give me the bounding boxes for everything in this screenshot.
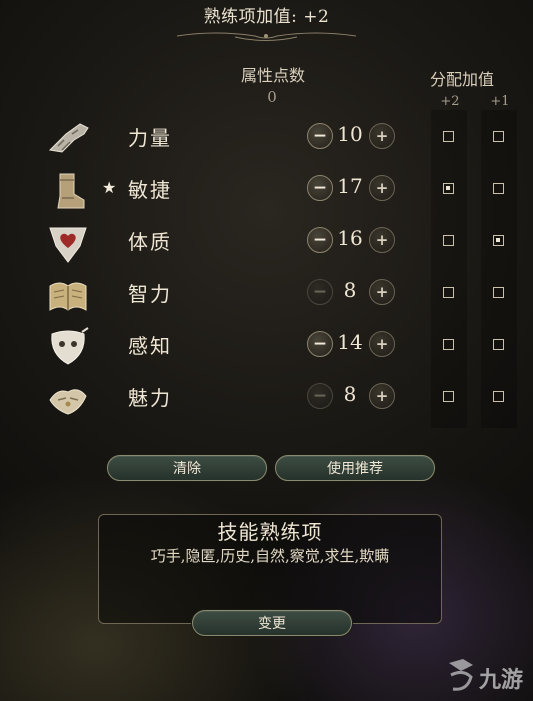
- bonus-plus1-checkbox[interactable]: [493, 339, 504, 350]
- decrease-button[interactable]: −: [307, 123, 333, 149]
- points-remaining: 0: [267, 88, 277, 106]
- decrease-button[interactable]: −: [307, 227, 333, 253]
- bonus-plus1-label: +1: [490, 94, 510, 109]
- gauntlet-icon: [48, 123, 89, 153]
- increase-button[interactable]: +: [369, 175, 395, 201]
- hands-icon: [49, 389, 87, 415]
- increase-button[interactable]: +: [369, 331, 395, 357]
- ability-name: 力量: [128, 126, 172, 150]
- decrease-button[interactable]: −: [307, 279, 333, 305]
- ability-row: 体质 − 16 +: [0, 216, 533, 268]
- decrease-button[interactable]: −: [307, 331, 333, 357]
- skill-proficiency-title: 技能熟练项: [217, 520, 323, 544]
- bonus-plus2-checkbox[interactable]: [443, 391, 454, 402]
- clear-button[interactable]: 清除: [107, 455, 267, 481]
- ability-name: 敏捷: [128, 178, 172, 202]
- increase-button[interactable]: +: [369, 227, 395, 253]
- jiuyou-logo-icon: 九游: [449, 659, 523, 693]
- ability-score: 8: [343, 382, 357, 406]
- skill-proficiency-list: 巧手,隐匿,历史,自然,察觉,求生,欺瞒: [150, 547, 390, 565]
- increase-button[interactable]: +: [369, 383, 395, 409]
- ability-name: 魅力: [128, 386, 172, 410]
- ability-row: 力量 − 10 +: [0, 112, 533, 164]
- change-button[interactable]: 变更: [192, 610, 352, 636]
- attribute-points-label: 属性点数: [240, 66, 305, 85]
- bonus-plus2-checkbox[interactable]: [443, 183, 454, 194]
- decrease-button[interactable]: −: [307, 383, 333, 409]
- bonus-plus1-checkbox[interactable]: [493, 131, 504, 142]
- book-icon: [49, 282, 87, 311]
- bonus-plus2-label: +2: [440, 94, 460, 109]
- ability-row: 感知 − 14 +: [0, 320, 533, 372]
- ability-row: ★ 敏捷 − 17 +: [0, 164, 533, 216]
- decrease-button[interactable]: −: [307, 175, 333, 201]
- ability-score: 17: [337, 174, 363, 198]
- boot-icon: [57, 173, 85, 209]
- bonus-plus2-checkbox[interactable]: [443, 131, 454, 142]
- bonus-plus2-checkbox[interactable]: [443, 339, 454, 350]
- bonus-allocation-label: 分配加值: [429, 70, 494, 89]
- bonus-plus1-checkbox[interactable]: [493, 287, 504, 298]
- ornament-divider: [176, 32, 357, 41]
- svg-text:九游: 九游: [478, 667, 523, 693]
- star-icon: ★: [102, 178, 117, 197]
- bonus-plus1-checkbox[interactable]: [493, 183, 504, 194]
- heart-shield-icon: [49, 227, 87, 263]
- ability-name: 智力: [128, 282, 172, 306]
- ability-score: 14: [337, 330, 363, 354]
- proficiency-bonus-title: 熟练项加值: +2: [203, 7, 330, 27]
- ability-score: 8: [343, 278, 357, 302]
- mask-icon: [51, 327, 89, 365]
- bonus-plus2-checkbox[interactable]: [443, 287, 454, 298]
- use-recommended-button[interactable]: 使用推荐: [275, 455, 435, 481]
- increase-button[interactable]: +: [369, 123, 395, 149]
- ability-name: 感知: [128, 334, 172, 358]
- ability-row: 智力 − 8 +: [0, 268, 533, 320]
- bonus-plus2-checkbox[interactable]: [443, 235, 454, 246]
- ability-score: 10: [337, 122, 363, 146]
- ability-row: 魅力 − 8 +: [0, 372, 533, 424]
- bonus-plus1-checkbox[interactable]: [493, 235, 504, 246]
- increase-button[interactable]: +: [369, 279, 395, 305]
- bonus-plus1-checkbox[interactable]: [493, 391, 504, 402]
- ability-score: 16: [337, 226, 363, 250]
- ability-name: 体质: [128, 230, 172, 254]
